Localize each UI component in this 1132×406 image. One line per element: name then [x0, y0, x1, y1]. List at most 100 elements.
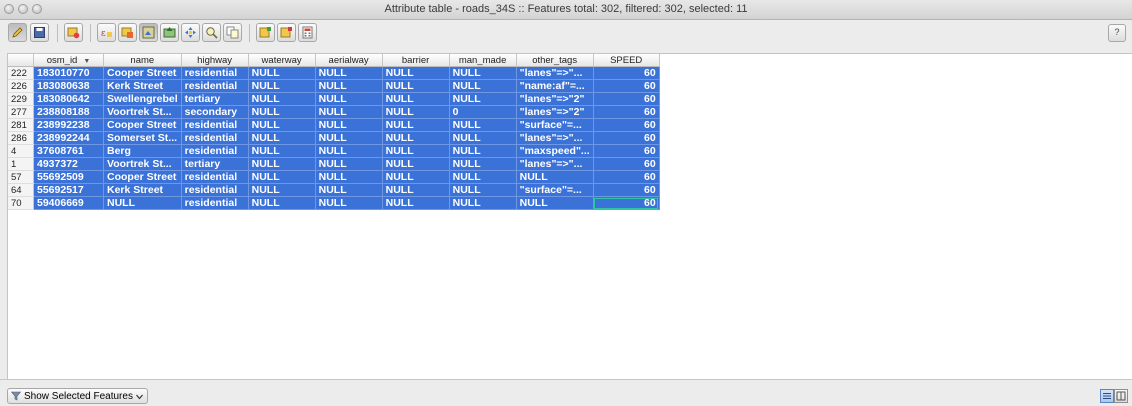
- cell-SPEED[interactable]: 60: [593, 131, 660, 145]
- cell-waterway[interactable]: NULL: [248, 157, 316, 171]
- cell-SPEED[interactable]: 60: [593, 183, 660, 197]
- cell-highway[interactable]: tertiary: [181, 92, 249, 106]
- cell-highway[interactable]: residential: [181, 144, 249, 158]
- cell-barrier[interactable]: NULL: [382, 170, 450, 184]
- form-view-button[interactable]: [1114, 389, 1128, 403]
- help-button[interactable]: ?: [1108, 24, 1126, 42]
- save-edits-button[interactable]: [30, 23, 49, 42]
- cell-name[interactable]: Cooper Street: [103, 170, 182, 184]
- cell-SPEED[interactable]: 60: [593, 144, 660, 158]
- cell-name[interactable]: Kerk Street: [103, 79, 182, 93]
- column-header-highway[interactable]: highway: [181, 54, 249, 67]
- cell-highway[interactable]: residential: [181, 183, 249, 197]
- cell-name[interactable]: Berg: [103, 144, 182, 158]
- cell-aerialway[interactable]: NULL: [315, 196, 383, 210]
- row-number[interactable]: 1: [8, 157, 34, 171]
- cell-highway[interactable]: tertiary: [181, 157, 249, 171]
- cell-SPEED[interactable]: 60: [593, 196, 660, 210]
- cell-name[interactable]: Voortrek St...: [103, 157, 182, 171]
- cell-highway[interactable]: residential: [181, 170, 249, 184]
- cell-name[interactable]: Kerk Street: [103, 183, 182, 197]
- cell-man_made[interactable]: NULL: [449, 144, 517, 158]
- cell-osm_id[interactable]: 183080642: [33, 92, 104, 106]
- cell-barrier[interactable]: NULL: [382, 196, 450, 210]
- select-by-expression-button[interactable]: ε: [97, 23, 116, 42]
- cell-barrier[interactable]: NULL: [382, 105, 450, 119]
- delete-attribute-button[interactable]: [277, 23, 296, 42]
- cell-aerialway[interactable]: NULL: [315, 92, 383, 106]
- cell-osm_id[interactable]: 4937372: [33, 157, 104, 171]
- table-row[interactable]: 222 183010770 Cooper Street residential NULL…: [8, 66, 660, 80]
- table-row[interactable]: 277 238808188 Voortrek St... secondary NULL N…: [8, 105, 660, 119]
- cell-waterway[interactable]: NULL: [248, 118, 316, 132]
- column-header-man_made[interactable]: man_made: [449, 54, 517, 67]
- column-header-osm_id[interactable]: osm_id ▼: [33, 54, 104, 67]
- cell-name[interactable]: Somerset St...: [103, 131, 182, 145]
- cell-highway[interactable]: residential: [181, 66, 249, 80]
- cell-man_made[interactable]: 0: [449, 105, 517, 119]
- cell-name[interactable]: Cooper Street: [103, 66, 182, 80]
- cell-aerialway[interactable]: NULL: [315, 157, 383, 171]
- row-number[interactable]: 222: [8, 66, 34, 80]
- cell-osm_id[interactable]: 55692509: [33, 170, 104, 184]
- row-number[interactable]: 277: [8, 105, 34, 119]
- cell-man_made[interactable]: NULL: [449, 131, 517, 145]
- cell-highway[interactable]: secondary: [181, 105, 249, 119]
- toggle-editing-button[interactable]: [8, 23, 27, 42]
- cell-aerialway[interactable]: NULL: [315, 118, 383, 132]
- delete-selected-button[interactable]: [64, 23, 83, 42]
- cell-other_tags[interactable]: NULL: [516, 170, 594, 184]
- cell-man_made[interactable]: NULL: [449, 196, 517, 210]
- table-row[interactable]: 57 55692509 Cooper Street residential NULL NU…: [8, 170, 660, 184]
- table-row[interactable]: 64 55692517 Kerk Street residential NULL NULL…: [8, 183, 660, 197]
- cell-other_tags[interactable]: NULL: [516, 196, 594, 210]
- cell-other_tags[interactable]: "lanes"=>"2": [516, 92, 594, 106]
- zoom-to-selected-button[interactable]: [202, 23, 221, 42]
- cell-waterway[interactable]: NULL: [248, 92, 316, 106]
- cell-SPEED[interactable]: 60: [593, 170, 660, 184]
- cell-barrier[interactable]: NULL: [382, 92, 450, 106]
- cell-barrier[interactable]: NULL: [382, 118, 450, 132]
- cell-man_made[interactable]: NULL: [449, 157, 517, 171]
- cell-highway[interactable]: residential: [181, 196, 249, 210]
- cell-osm_id[interactable]: 183080638: [33, 79, 104, 93]
- cell-barrier[interactable]: NULL: [382, 66, 450, 80]
- cell-aerialway[interactable]: NULL: [315, 144, 383, 158]
- cell-aerialway[interactable]: NULL: [315, 170, 383, 184]
- cell-osm_id[interactable]: 37608761: [33, 144, 104, 158]
- cell-SPEED[interactable]: 60: [593, 92, 660, 106]
- cell-other_tags[interactable]: "lanes"=>"...: [516, 66, 594, 80]
- table-row[interactable]: 281 238992238 Cooper Street residential NULL…: [8, 118, 660, 132]
- cell-barrier[interactable]: NULL: [382, 157, 450, 171]
- cell-aerialway[interactable]: NULL: [315, 183, 383, 197]
- cell-other_tags[interactable]: "lanes"=>"...: [516, 131, 594, 145]
- cell-name[interactable]: Cooper Street: [103, 118, 182, 132]
- column-header-SPEED[interactable]: SPEED: [593, 54, 660, 67]
- row-number[interactable]: 70: [8, 196, 34, 210]
- cell-other_tags[interactable]: "lanes"=>"...: [516, 157, 594, 171]
- cell-man_made[interactable]: NULL: [449, 92, 517, 106]
- table-row[interactable]: 226 183080638 Kerk Street residential NULL NU…: [8, 79, 660, 93]
- cell-osm_id[interactable]: 238808188: [33, 105, 104, 119]
- cell-osm_id[interactable]: 238992238: [33, 118, 104, 132]
- cell-aerialway[interactable]: NULL: [315, 79, 383, 93]
- cell-highway[interactable]: residential: [181, 131, 249, 145]
- attribute-table[interactable]: osm_id ▼ name highway waterway aerialway …: [7, 53, 1132, 380]
- table-row[interactable]: 229 183080642 Swellengrebel tertiary NULL NUL…: [8, 92, 660, 106]
- row-number[interactable]: 57: [8, 170, 34, 184]
- cell-other_tags[interactable]: "surface"=...: [516, 118, 594, 132]
- pan-to-selected-button[interactable]: [181, 23, 200, 42]
- column-header-name[interactable]: name: [103, 54, 182, 67]
- table-row[interactable]: 4 37608761 Berg residential NULL NULL NULL NULL…: [8, 144, 660, 158]
- row-number[interactable]: 286: [8, 131, 34, 145]
- cell-aerialway[interactable]: NULL: [315, 131, 383, 145]
- column-header-waterway[interactable]: waterway: [248, 54, 316, 67]
- cell-waterway[interactable]: NULL: [248, 66, 316, 80]
- cell-other_tags[interactable]: "surface"=...: [516, 183, 594, 197]
- cell-barrier[interactable]: NULL: [382, 131, 450, 145]
- row-number[interactable]: 229: [8, 92, 34, 106]
- corner-header[interactable]: [8, 54, 34, 67]
- row-number[interactable]: 4: [8, 144, 34, 158]
- cell-other_tags[interactable]: "name:af"=...: [516, 79, 594, 93]
- cell-waterway[interactable]: NULL: [248, 170, 316, 184]
